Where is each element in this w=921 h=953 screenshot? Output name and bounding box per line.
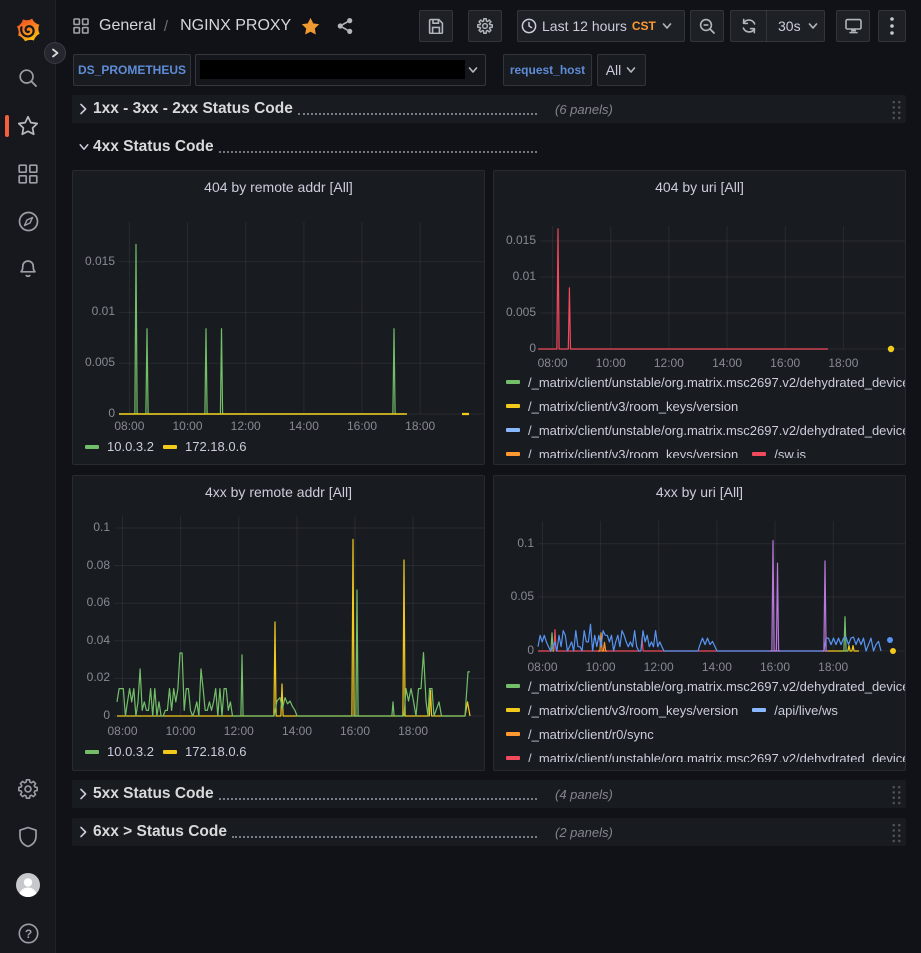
svg-text:?: ? bbox=[24, 927, 31, 941]
